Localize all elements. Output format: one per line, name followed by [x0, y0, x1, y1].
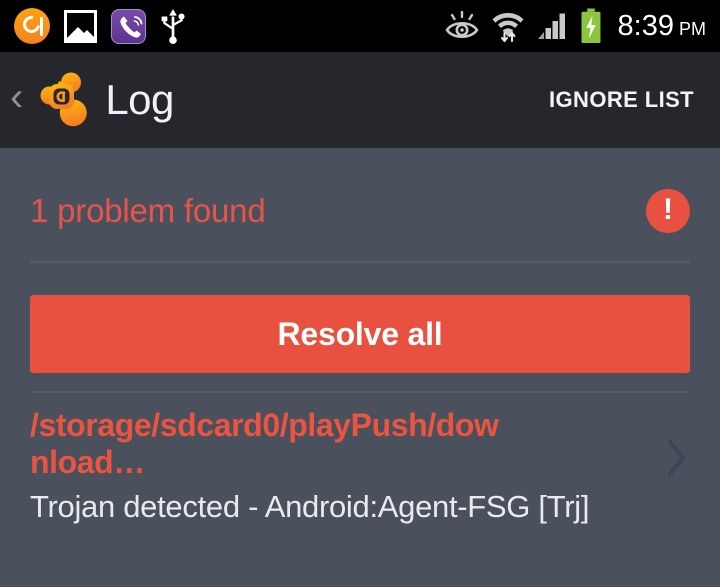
smart-stay-eye-icon [444, 11, 479, 39]
page-title: Log [105, 76, 174, 123]
divider-middle [30, 391, 690, 393]
chevron-right-icon[interactable] [660, 434, 694, 482]
clock-time: 8:39 [617, 9, 674, 42]
status-bar-clock: 8:39 PM [618, 10, 706, 43]
android-screen: 8:39 PM ‹ Log IGNORE LIST 1 problem foun… [0, 0, 720, 587]
status-bar: 8:39 PM [0, 0, 720, 52]
problem-summary-row: 1 problem found ! [0, 181, 720, 241]
threat-list-item[interactable]: /storage/sdcard0/playPush/download… Troj… [0, 401, 720, 531]
action-bar: ‹ Log IGNORE LIST [0, 52, 720, 148]
divider-top [30, 261, 690, 263]
threat-file-path: /storage/sdcard0/playPush/download… [30, 407, 499, 481]
avast-notification-icon [14, 8, 50, 44]
gallery-photo-icon [64, 9, 97, 43]
ignore-list-button[interactable]: IGNORE LIST [549, 87, 694, 113]
threat-description: Trojan detected - Android:Agent-FSG [Trj… [30, 488, 590, 524]
status-bar-left-icons [14, 8, 186, 44]
battery-charging-icon [581, 8, 601, 44]
viber-phone-glyph [120, 15, 143, 38]
log-content: 1 problem found ! Resolve all /storage/s… [0, 148, 720, 587]
viber-icon [111, 8, 146, 44]
cellular-signal-icon [537, 13, 565, 39]
resolve-all-button[interactable]: Resolve all [30, 295, 690, 373]
threat-text-block: /storage/sdcard0/playPush/download… Troj… [30, 407, 660, 524]
usb-icon [161, 8, 185, 44]
status-bar-right-icons: 8:39 PM [444, 8, 706, 44]
back-chevron-icon[interactable]: ‹ [6, 77, 27, 123]
clock-ampm: PM [679, 18, 706, 39]
avast-logo-icon [40, 72, 88, 127]
alert-badge-icon: ! [646, 189, 690, 233]
alert-exclamation: ! [663, 193, 673, 226]
problem-count-label: 1 problem found [30, 192, 266, 229]
wifi-icon [492, 13, 524, 43]
